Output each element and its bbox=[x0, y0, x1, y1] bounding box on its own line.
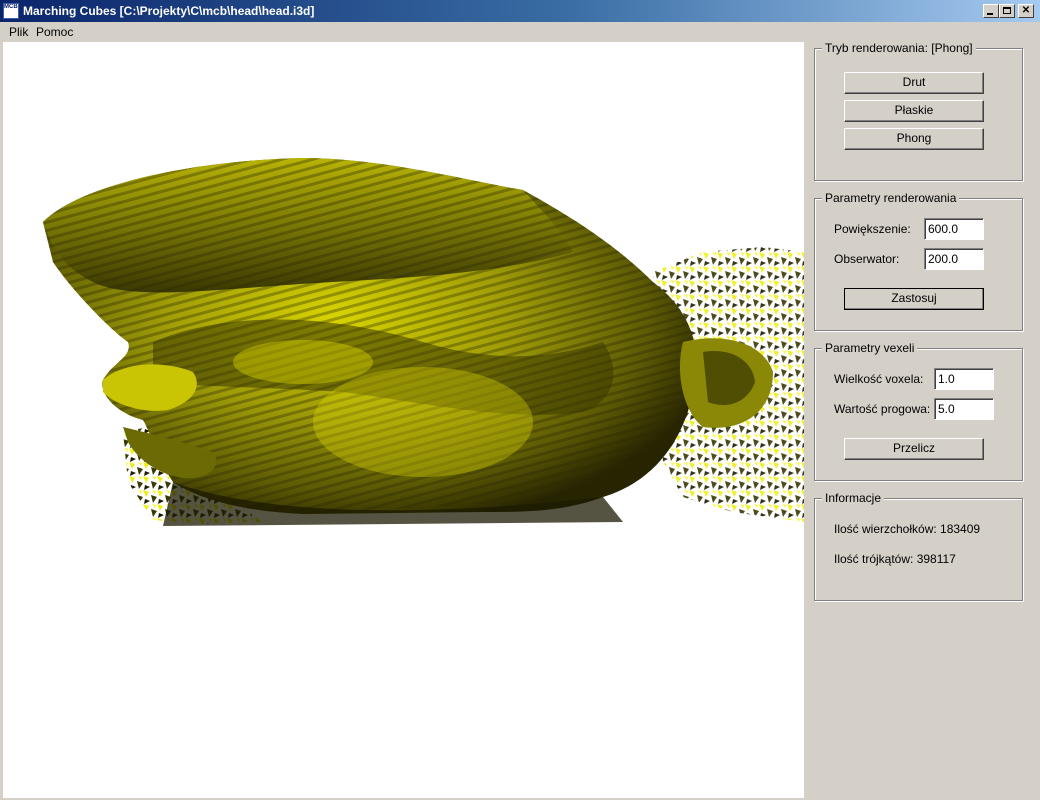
phong-button-label: Phong bbox=[896, 131, 932, 145]
menu-plik[interactable]: Plik bbox=[9, 25, 28, 39]
voxel-size-input[interactable] bbox=[934, 368, 994, 390]
info-group: Informacje bbox=[814, 491, 1023, 601]
render-viewport[interactable] bbox=[3, 42, 804, 798]
zoom-label: Powiększenie: bbox=[834, 222, 911, 236]
triangle-count: Ilość trójkątów: 398117 bbox=[834, 552, 956, 566]
maximize-button[interactable] bbox=[999, 4, 1015, 18]
isosurface-render bbox=[43, 158, 804, 526]
menu-pomoc[interactable]: Pomoc bbox=[36, 25, 73, 39]
voxel-size-label: Wielkość voxela: bbox=[834, 372, 924, 386]
observer-input[interactable] bbox=[924, 248, 984, 270]
observer-label: Obserwator: bbox=[834, 252, 900, 266]
recalculate-button-label: Przelicz bbox=[892, 441, 935, 455]
apply-button-label: Zastosuj bbox=[891, 291, 937, 305]
apply-button[interactable]: Zastosuj bbox=[844, 288, 984, 310]
phong-button[interactable]: Phong bbox=[844, 128, 984, 150]
flat-button[interactable]: Płaskie bbox=[844, 100, 984, 122]
threshold-input[interactable] bbox=[934, 398, 994, 420]
recalculate-button[interactable]: Przelicz bbox=[844, 438, 984, 460]
threshold-label: Wartość progowa: bbox=[834, 402, 931, 416]
info-title: Informacje bbox=[822, 491, 885, 505]
zoom-input[interactable] bbox=[924, 218, 984, 240]
window-title: Marching Cubes [C:\Projekty\C\mcb\head\h… bbox=[23, 4, 315, 18]
flat-button-label: Płaskie bbox=[894, 103, 934, 117]
render-params-title: Parametry renderowania bbox=[822, 191, 960, 205]
vertex-count: Ilość wierzchołków: 183409 bbox=[834, 522, 981, 536]
minimize-button[interactable] bbox=[983, 4, 999, 18]
close-button[interactable]: ✕ bbox=[1018, 4, 1034, 18]
menu-bar: Plik Pomoc bbox=[0, 22, 1040, 41]
maximize-icon bbox=[1003, 7, 1011, 14]
minimize-icon bbox=[987, 13, 993, 15]
wireframe-button-label: Drut bbox=[902, 75, 926, 89]
title-bar[interactable]: MCBD Marching Cubes [C:\Projekty\C\mcb\h… bbox=[0, 0, 1040, 22]
render-mode-title: Tryb renderowania: [Phong] bbox=[822, 41, 976, 55]
close-icon: ✕ bbox=[1021, 5, 1031, 16]
app-icon[interactable]: MCBD bbox=[3, 3, 19, 19]
voxel-params-title: Parametry vexeli bbox=[822, 341, 918, 355]
wireframe-button[interactable]: Drut bbox=[844, 72, 984, 94]
